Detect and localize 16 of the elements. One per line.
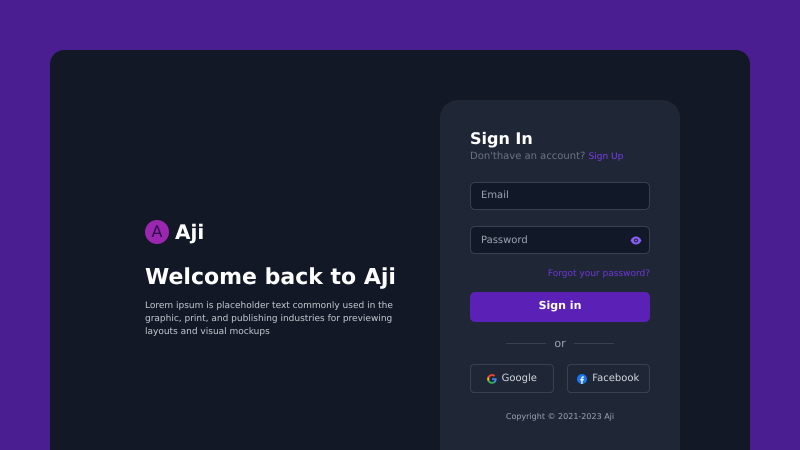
copyright-text: Copyright © 2021-2023 Aji xyxy=(504,411,616,423)
password-field[interactable]: Password xyxy=(470,226,650,254)
facebook-button[interactable]: Facebook xyxy=(566,364,650,393)
sign-in-button[interactable]: Sign in xyxy=(470,292,650,322)
intro-paragraph: Lorem ipsum is placeholder text commonly used in the graphic, print, and publishing industries for previewing layouts and visual mockups xyxy=(145,300,394,338)
form-title: Sign In xyxy=(470,130,534,148)
account-prompt: Don'thave an account? xyxy=(470,151,586,162)
divider-label: or xyxy=(554,336,566,352)
eye-icon[interactable] xyxy=(630,236,642,244)
logo-icon: A xyxy=(145,220,169,244)
google-icon xyxy=(486,374,497,384)
email-field[interactable]: Email xyxy=(470,182,650,210)
brand-name: Aji xyxy=(175,222,204,242)
facebook-icon xyxy=(577,374,588,384)
google-button[interactable]: Google xyxy=(470,364,554,393)
welcome-heading: Welcome back to Aji xyxy=(145,264,397,292)
